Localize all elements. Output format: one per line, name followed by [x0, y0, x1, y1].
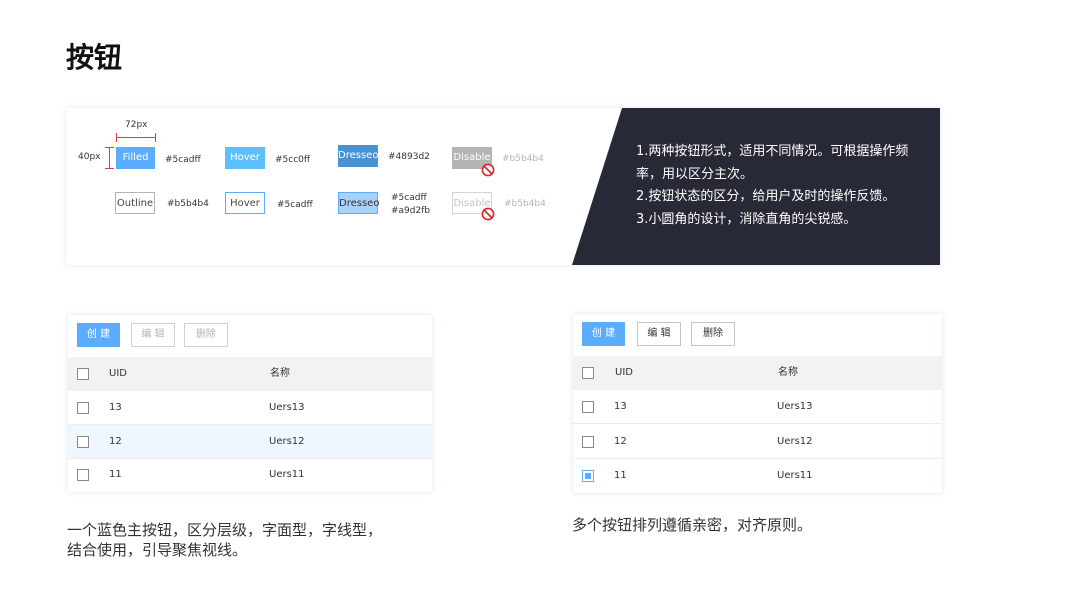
ban-icon: [481, 163, 495, 177]
edit-button[interactable]: 编 辑: [131, 323, 175, 347]
height-dimension-tick-top: [105, 147, 114, 148]
edit-button[interactable]: 编 辑: [637, 322, 681, 346]
row-checkbox[interactable]: [582, 436, 594, 448]
delete-button[interactable]: 删除: [184, 323, 228, 347]
page-title: 按钮: [66, 41, 123, 74]
filled-hover-color-code: #5cc0ff: [275, 155, 311, 165]
user-table-right: 创 建 编 辑 删除 UID 名称 13 Uers13 12 Uers12 11…: [573, 314, 942, 493]
outline-pressed-fill-color-code: #a9d2fb: [391, 206, 431, 216]
delete-button[interactable]: 删除: [691, 322, 735, 346]
table-toolbar: 创 建 编 辑 删除: [573, 314, 942, 356]
row-checkbox[interactable]: [77, 402, 89, 414]
table-row[interactable]: 13 Uers13: [573, 390, 942, 424]
width-dimension-tick-right: [155, 133, 156, 142]
ban-icon: [481, 207, 495, 221]
note-line: 1.两种按钮形式，适用不同情况。可根据操作频: [636, 144, 909, 159]
create-button[interactable]: 创 建: [77, 323, 120, 347]
row-uid: 11: [614, 470, 627, 481]
filled-pressed-button-sample[interactable]: Dresseo: [338, 145, 378, 167]
create-button[interactable]: 创 建: [582, 322, 625, 346]
row-checkbox-checked[interactable]: [582, 470, 594, 482]
row-uid: 13: [109, 402, 122, 413]
filled-disabled-color-code: #b5b4b4: [502, 154, 544, 164]
outline-disabled-color-code: #b5b4b4: [504, 199, 546, 209]
row-uid: 11: [109, 469, 122, 480]
row-checkbox[interactable]: [77, 469, 89, 481]
height-dimension-tick-bottom: [105, 168, 114, 169]
table-row-selected[interactable]: 11 Uers11: [573, 459, 942, 493]
height-dimension-line: [109, 147, 110, 169]
column-header-name[interactable]: 名称: [778, 356, 798, 390]
outline-color-code: #b5b4b4: [167, 199, 209, 209]
row-name: Uers12: [269, 436, 305, 447]
table-toolbar: 创 建 编 辑 删除: [68, 315, 432, 357]
row-name: Uers12: [777, 436, 813, 447]
table-row[interactable]: 13 Uers13: [68, 391, 432, 425]
row-checkbox[interactable]: [582, 401, 594, 413]
table-header: UID 名称: [573, 356, 942, 390]
table-header: UID 名称: [68, 357, 432, 391]
outline-hover-button-sample[interactable]: Hover: [225, 192, 265, 214]
width-dimension-tick-left: [116, 133, 117, 142]
left-caption-line-1: 一个蓝色主按钮，区分层级，字面型，字线型，: [67, 521, 383, 539]
outline-pressed-color-code: #5cadff: [391, 193, 427, 203]
select-all-checkbox[interactable]: [77, 368, 89, 380]
table-row[interactable]: 12 Uers12: [573, 425, 942, 459]
outline-button-sample[interactable]: Outline: [115, 192, 155, 214]
width-dimension-label: 72px: [125, 120, 148, 130]
height-dimension-label: 40px: [78, 152, 101, 162]
column-header-uid[interactable]: UID: [109, 357, 127, 391]
width-dimension-line: [116, 137, 155, 138]
outline-hover-color-code: #5cadff: [277, 200, 313, 210]
row-uid: 12: [109, 436, 122, 447]
row-uid: 12: [614, 436, 627, 447]
column-header-uid[interactable]: UID: [615, 356, 633, 390]
row-checkbox[interactable]: [77, 436, 89, 448]
right-caption: 多个按钮排列遵循亲密，对齐原则。: [572, 516, 813, 534]
left-caption-line-2: 结合使用，引导聚焦视线。: [67, 541, 248, 559]
note-line: 率，用以区分主次。: [636, 166, 754, 182]
row-name: Uers13: [269, 402, 305, 413]
select-all-checkbox[interactable]: [582, 367, 594, 379]
row-name: Uers11: [777, 470, 813, 481]
filled-button-sample[interactable]: Filled: [116, 147, 155, 169]
user-table-left: 创 建 编 辑 删除 UID 名称 13 Uers13 12 Uers12 11…: [68, 315, 432, 492]
row-uid: 13: [614, 401, 627, 412]
design-notes: 1.两种按钮形式，适用不同情况。可根据操作频 率，用以区分主次。 2.按钮状态的…: [636, 141, 936, 231]
note-line: 2.按钮状态的区分，给用户及时的操作反馈。: [636, 189, 896, 204]
filled-hover-button-sample[interactable]: Hover: [225, 147, 265, 169]
button-spec-card: 72px 40px Filled #5cadff Hover #5cc0ff D…: [66, 108, 940, 265]
row-name: Uers13: [777, 401, 813, 412]
column-header-name[interactable]: 名称: [270, 357, 290, 391]
filled-color-code: #5cadff: [165, 155, 201, 165]
table-row-hovered[interactable]: 12 Uers12: [68, 425, 432, 459]
outline-pressed-button-sample[interactable]: Dresseo: [338, 192, 379, 214]
table-row[interactable]: 11 Uers11: [68, 458, 432, 492]
row-name: Uers11: [269, 469, 305, 480]
note-line: 3.小圆角的设计，消除直角的尖锐感。: [636, 211, 857, 227]
filled-pressed-color-code: #4893d2: [388, 152, 430, 162]
